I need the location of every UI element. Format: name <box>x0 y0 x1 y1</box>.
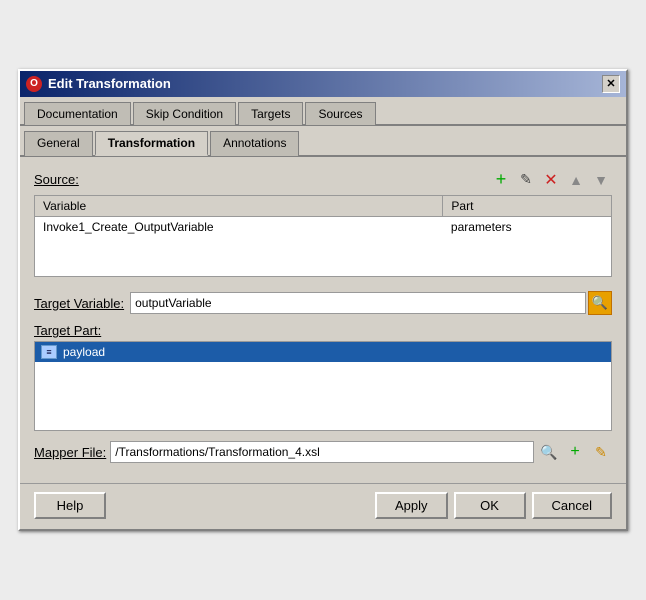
target-part-section: Target Part: ≡ payload <box>34 323 612 431</box>
ok-button[interactable]: OK <box>454 492 526 519</box>
tab-sources[interactable]: Sources <box>305 102 375 125</box>
target-part-label: Target Part: <box>34 323 612 338</box>
move-down-button[interactable]: ▼ <box>590 169 612 191</box>
mapper-search-button[interactable]: 🔍 <box>538 441 560 463</box>
target-part-list[interactable]: ≡ payload <box>34 341 612 431</box>
target-variable-search-button[interactable]: 🔍 <box>588 291 612 315</box>
add-source-button[interactable]: + <box>490 169 512 191</box>
tabs-row2: General Transformation Annotations <box>20 126 626 157</box>
dialog-title: Edit Transformation <box>48 76 171 91</box>
source-header: Source: + ✎ ✕ ▲ ▼ <box>34 169 612 191</box>
mapper-file-input[interactable] <box>110 441 534 463</box>
add-icon: + <box>496 169 507 190</box>
search-icon: 🔍 <box>592 295 608 311</box>
apply-button[interactable]: Apply <box>375 492 448 519</box>
col-variable: Variable <box>35 195 443 216</box>
arrow-down-icon: ▼ <box>594 172 608 188</box>
cancel-button[interactable]: Cancel <box>532 492 612 519</box>
bottom-bar: Help Apply OK Cancel <box>20 483 626 529</box>
tabs-row1: Documentation Skip Condition Targets Sou… <box>20 97 626 126</box>
content-area: Source: + ✎ ✕ ▲ ▼ <box>20 157 626 484</box>
close-button[interactable]: ✕ <box>602 75 620 93</box>
table-spacer-row <box>35 237 612 277</box>
target-variable-label: Target Variable: <box>34 296 124 311</box>
source-toolbar: + ✎ ✕ ▲ ▼ <box>490 169 612 191</box>
move-up-button[interactable]: ▲ <box>565 169 587 191</box>
col-part: Part <box>443 195 612 216</box>
edit-icon: ✎ <box>520 171 532 188</box>
source-table: Variable Part Invoke1_Create_OutputVaria… <box>34 195 612 278</box>
mapper-file-label: Mapper File: <box>34 445 106 460</box>
app-icon: O <box>26 76 42 92</box>
arrow-up-icon: ▲ <box>569 172 583 188</box>
title-bar: O Edit Transformation ✕ <box>20 71 626 97</box>
target-variable-input[interactable] <box>130 292 586 314</box>
part-item-label: payload <box>63 345 105 359</box>
tab-annotations[interactable]: Annotations <box>210 131 299 156</box>
delete-source-button[interactable]: ✕ <box>540 169 562 191</box>
edit-source-button[interactable]: ✎ <box>515 169 537 191</box>
list-item[interactable]: ≡ payload <box>35 342 611 362</box>
tab-transformation[interactable]: Transformation <box>95 131 208 156</box>
mapper-file-row: Mapper File: 🔍 + ✎ <box>34 441 612 463</box>
edit-icon: ✎ <box>595 444 607 461</box>
source-label: Source: <box>34 172 79 187</box>
target-variable-row: Target Variable: 🔍 <box>34 291 612 315</box>
help-button[interactable]: Help <box>34 492 106 519</box>
mapper-add-button[interactable]: + <box>564 441 586 463</box>
add-icon: + <box>570 443 579 461</box>
bottom-right-buttons: Apply OK Cancel <box>375 492 612 519</box>
part-icon: ≡ <box>41 345 57 359</box>
tab-skip-condition[interactable]: Skip Condition <box>133 102 236 125</box>
search-icon: 🔍 <box>540 444 557 461</box>
tab-documentation[interactable]: Documentation <box>24 102 131 125</box>
tab-targets[interactable]: Targets <box>238 102 303 125</box>
cell-part: parameters <box>443 216 612 237</box>
tab-general[interactable]: General <box>24 131 93 156</box>
delete-icon: ✕ <box>544 170 557 190</box>
cell-variable: Invoke1_Create_OutputVariable <box>35 216 443 237</box>
mapper-edit-button[interactable]: ✎ <box>590 441 612 463</box>
table-row[interactable]: Invoke1_Create_OutputVariable parameters <box>35 216 612 237</box>
